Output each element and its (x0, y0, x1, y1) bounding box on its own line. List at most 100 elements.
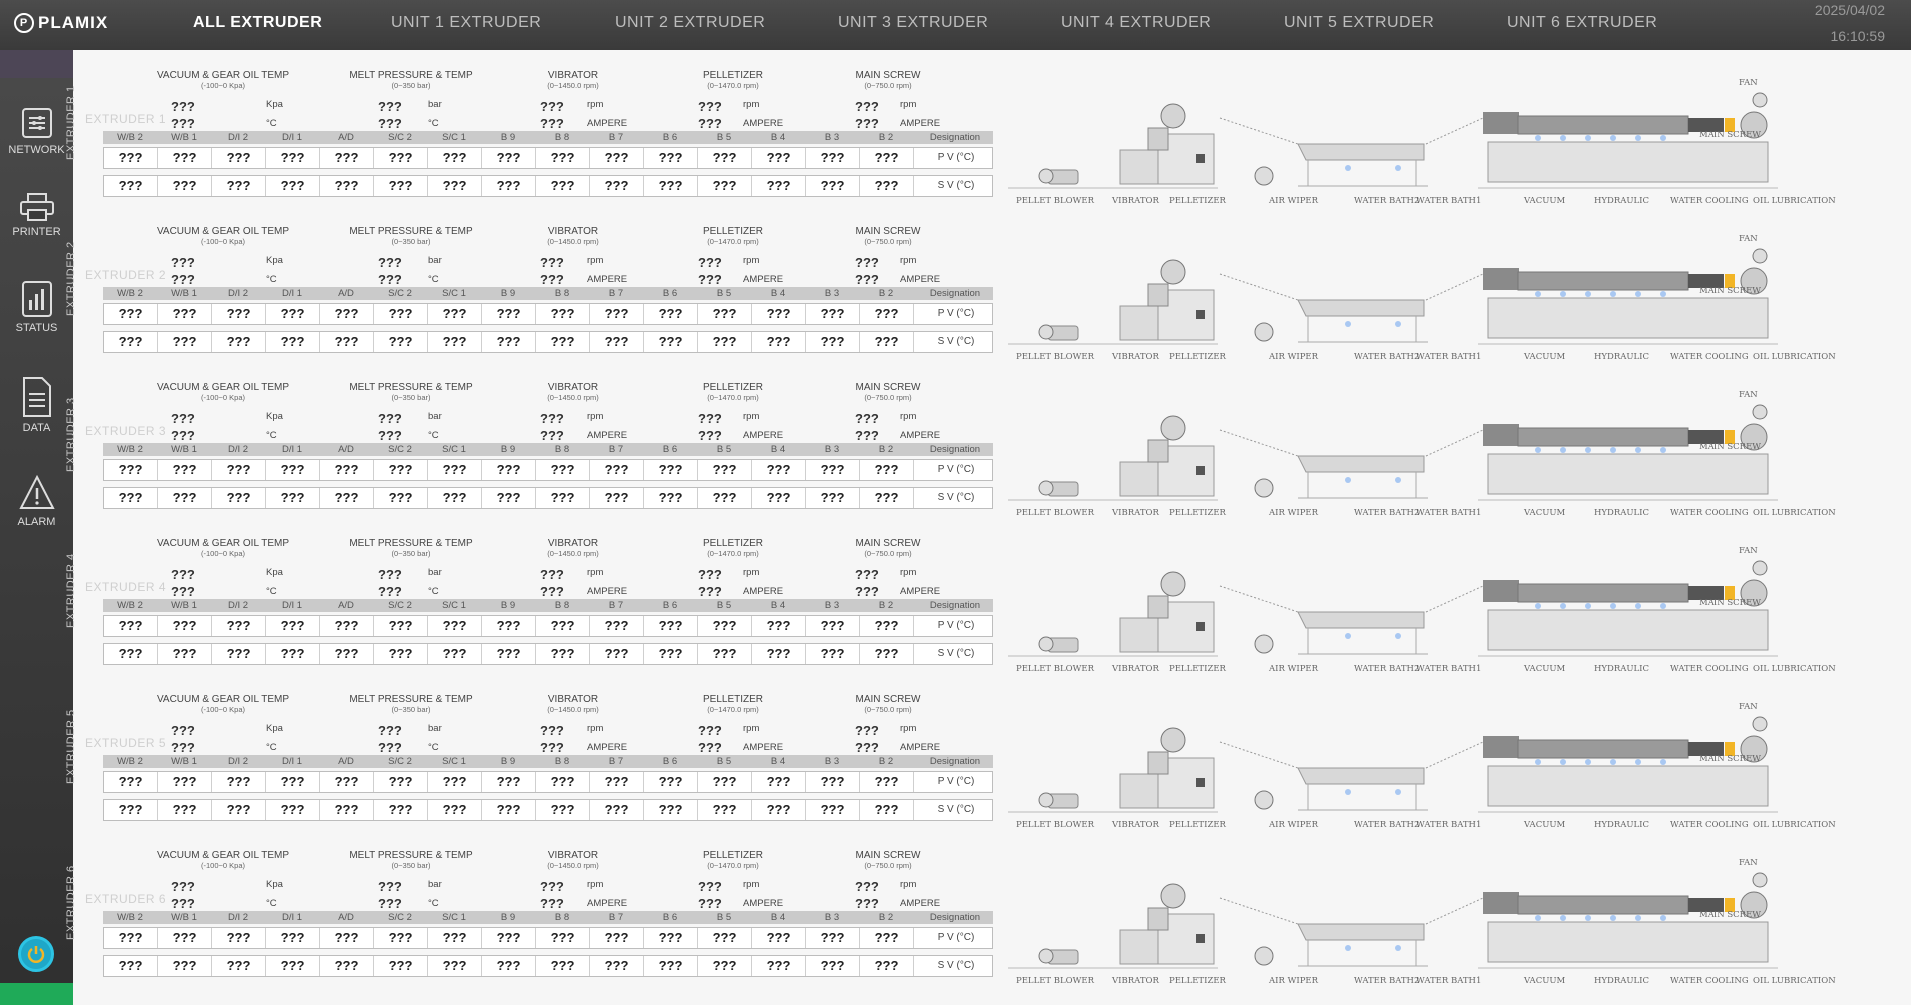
sv-cell[interactable]: ??? (428, 332, 482, 352)
sv-cell[interactable]: ??? (860, 956, 914, 976)
sv-cell[interactable]: ??? (590, 176, 644, 196)
sv-cell[interactable]: ??? (158, 332, 212, 352)
sv-cell[interactable]: ??? (158, 488, 212, 508)
sv-cell[interactable]: ??? (644, 800, 698, 820)
sv-cell[interactable]: ??? (320, 488, 374, 508)
sv-cell[interactable]: ??? (212, 488, 266, 508)
sv-cell[interactable]: ??? (428, 488, 482, 508)
sv-cell[interactable]: ??? (374, 800, 428, 820)
sv-cell[interactable]: ??? (266, 644, 320, 664)
sv-cell[interactable]: ??? (320, 800, 374, 820)
sidebar-status-button[interactable]: STATUS (0, 280, 73, 360)
sv-cell[interactable]: ??? (158, 956, 212, 976)
sv-cell[interactable]: ??? (482, 956, 536, 976)
sv-cell[interactable]: ??? (806, 644, 860, 664)
sv-cell[interactable]: ??? (212, 956, 266, 976)
tab-unit-2-extruder[interactable]: UNIT 2 EXTRUDER (615, 14, 765, 32)
sidebar-alarm-button[interactable]: ALARM (0, 474, 73, 554)
sv-cell[interactable]: ??? (428, 176, 482, 196)
sv-cell[interactable]: ??? (158, 644, 212, 664)
sv-row[interactable]: ????????????????????????????????????????… (103, 331, 993, 353)
sv-cell[interactable]: ??? (212, 800, 266, 820)
tab-unit-3-extruder[interactable]: UNIT 3 EXTRUDER (838, 14, 988, 32)
sv-cell[interactable]: ??? (806, 800, 860, 820)
sv-cell[interactable]: ??? (482, 800, 536, 820)
tab-unit-1-extruder[interactable]: UNIT 1 EXTRUDER (391, 14, 541, 32)
tab-all-extruder[interactable]: ALL EXTRUDER (193, 14, 322, 32)
sv-cell[interactable]: ??? (212, 644, 266, 664)
sv-cell[interactable]: ??? (752, 800, 806, 820)
sv-cell[interactable]: ??? (212, 176, 266, 196)
sv-cell[interactable]: ??? (320, 956, 374, 976)
sv-cell[interactable]: ??? (536, 800, 590, 820)
sv-cell[interactable]: ??? (590, 956, 644, 976)
sidebar-printer-button[interactable]: PRINTER (0, 192, 73, 272)
sv-cell[interactable]: ??? (482, 176, 536, 196)
sv-cell[interactable]: ??? (266, 800, 320, 820)
sv-cell[interactable]: ??? (752, 488, 806, 508)
sv-cell[interactable]: ??? (266, 176, 320, 196)
tab-unit-6-extruder[interactable]: UNIT 6 EXTRUDER (1507, 14, 1657, 32)
sv-row[interactable]: ????????????????????????????????????????… (103, 955, 993, 977)
sv-cell[interactable]: ??? (104, 644, 158, 664)
sv-cell[interactable]: ??? (320, 644, 374, 664)
sv-cell[interactable]: ??? (806, 332, 860, 352)
sv-cell[interactable]: ??? (752, 176, 806, 196)
sv-cell[interactable]: ??? (590, 332, 644, 352)
sv-cell[interactable]: ??? (374, 332, 428, 352)
sidebar-network-button[interactable]: NETWORK (0, 106, 73, 186)
sv-cell[interactable]: ??? (698, 956, 752, 976)
sv-cell[interactable]: ??? (536, 488, 590, 508)
sv-cell[interactable]: ??? (428, 956, 482, 976)
sv-cell[interactable]: ??? (590, 644, 644, 664)
sv-cell[interactable]: ??? (482, 488, 536, 508)
sv-cell[interactable]: ??? (860, 176, 914, 196)
sv-cell[interactable]: ??? (536, 956, 590, 976)
sv-cell[interactable]: ??? (158, 176, 212, 196)
sv-row[interactable]: ????????????????????????????????????????… (103, 175, 993, 197)
sv-cell[interactable]: ??? (482, 644, 536, 664)
sv-cell[interactable]: ??? (860, 332, 914, 352)
sv-cell[interactable]: ??? (266, 956, 320, 976)
tab-unit-5-extruder[interactable]: UNIT 5 EXTRUDER (1284, 14, 1434, 32)
sv-cell[interactable]: ??? (698, 488, 752, 508)
sv-cell[interactable]: ??? (428, 800, 482, 820)
sv-row[interactable]: ????????????????????????????????????????… (103, 487, 993, 509)
sv-cell[interactable]: ??? (644, 644, 698, 664)
sv-cell[interactable]: ??? (806, 488, 860, 508)
sv-cell[interactable]: ??? (644, 332, 698, 352)
sv-cell[interactable]: ??? (374, 176, 428, 196)
sv-cell[interactable]: ??? (104, 176, 158, 196)
sv-cell[interactable]: ??? (536, 176, 590, 196)
sv-cell[interactable]: ??? (374, 488, 428, 508)
sv-cell[interactable]: ??? (752, 332, 806, 352)
sv-cell[interactable]: ??? (860, 800, 914, 820)
sv-cell[interactable]: ??? (806, 956, 860, 976)
sv-cell[interactable]: ??? (266, 332, 320, 352)
sv-cell[interactable]: ??? (752, 644, 806, 664)
power-button[interactable] (18, 936, 54, 972)
sv-cell[interactable]: ??? (752, 956, 806, 976)
sv-cell[interactable]: ??? (644, 956, 698, 976)
sv-cell[interactable]: ??? (860, 644, 914, 664)
sv-cell[interactable]: ??? (644, 488, 698, 508)
sidebar-data-button[interactable]: DATA (0, 376, 73, 456)
sv-cell[interactable]: ??? (158, 800, 212, 820)
sv-cell[interactable]: ??? (104, 800, 158, 820)
sv-row[interactable]: ????????????????????????????????????????… (103, 799, 993, 821)
sv-cell[interactable]: ??? (104, 488, 158, 508)
sv-cell[interactable]: ??? (698, 644, 752, 664)
tab-unit-4-extruder[interactable]: UNIT 4 EXTRUDER (1061, 14, 1211, 32)
sv-cell[interactable]: ??? (482, 332, 536, 352)
sv-cell[interactable]: ??? (104, 332, 158, 352)
sv-cell[interactable]: ??? (212, 332, 266, 352)
sv-cell[interactable]: ??? (698, 332, 752, 352)
sv-cell[interactable]: ??? (374, 644, 428, 664)
sv-cell[interactable]: ??? (806, 176, 860, 196)
sv-cell[interactable]: ??? (104, 956, 158, 976)
sv-cell[interactable]: ??? (590, 488, 644, 508)
sv-cell[interactable]: ??? (698, 176, 752, 196)
sv-row[interactable]: ????????????????????????????????????????… (103, 643, 993, 665)
sv-cell[interactable]: ??? (536, 644, 590, 664)
sv-cell[interactable]: ??? (320, 332, 374, 352)
